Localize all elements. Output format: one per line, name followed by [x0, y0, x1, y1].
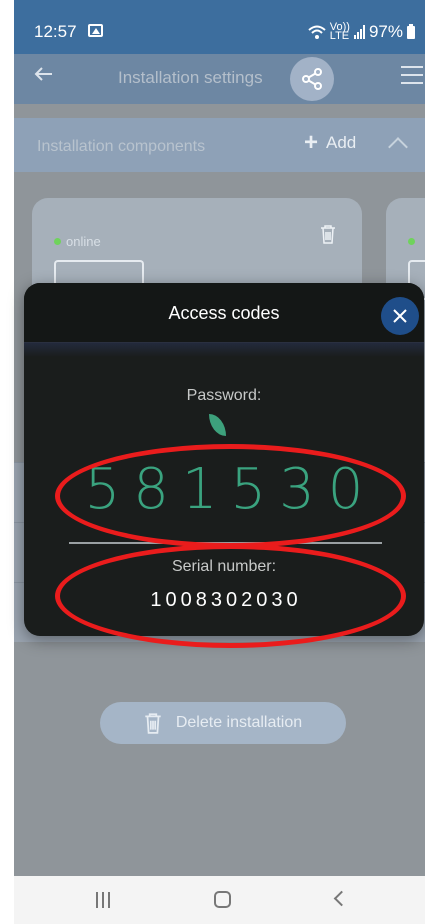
add-label: Add	[326, 133, 357, 152]
components-section-header: Installation components + Add	[14, 118, 425, 172]
battery-icon	[407, 23, 415, 39]
online-status-dot	[408, 238, 415, 245]
password-annotation-ellipse	[55, 444, 406, 548]
status-time: 12:57	[34, 22, 77, 41]
status-indicators: Vo)) LTE 97%	[308, 22, 415, 42]
wifi-icon	[308, 25, 326, 39]
components-label: Installation components	[37, 138, 206, 155]
online-status-label: online	[66, 234, 101, 249]
share-icon	[302, 68, 322, 90]
app-header: Installation settings	[14, 54, 425, 104]
modal-title: Access codes	[168, 303, 280, 323]
serial-annotation-ellipse	[55, 544, 406, 648]
hamburger-menu-icon[interactable]	[401, 66, 423, 88]
delete-installation-label: Delete installation	[175, 714, 303, 731]
trash-icon[interactable]	[320, 224, 336, 244]
status-bar: 12:57 Vo)) LTE 97%	[14, 0, 425, 54]
share-button[interactable]	[290, 57, 334, 101]
plus-icon: +	[304, 129, 319, 156]
network-lte-label: LTE	[329, 30, 350, 42]
modal-header: Access codes	[24, 283, 424, 343]
network-type: Vo)) LTE	[329, 22, 350, 42]
signal-icon	[353, 25, 365, 39]
close-button[interactable]	[381, 297, 419, 335]
leaf-icon	[209, 414, 226, 436]
arrow-left-icon[interactable]	[32, 62, 62, 92]
password-label: Password:	[186, 387, 262, 404]
back-icon[interactable]	[333, 890, 350, 907]
delete-installation-button[interactable]: Delete installation	[100, 702, 346, 744]
recents-icon[interactable]	[96, 892, 110, 908]
battery-percent: 97%	[368, 22, 403, 41]
trash-icon	[145, 713, 161, 734]
add-component-button[interactable]: + Add	[304, 129, 357, 156]
online-status-dot	[54, 238, 61, 245]
image-notification-icon	[88, 24, 103, 37]
close-icon	[393, 309, 407, 323]
chevron-up-icon[interactable]	[388, 137, 408, 157]
home-icon[interactable]	[214, 891, 231, 908]
system-nav-bar	[14, 876, 425, 924]
modal-header-shadow	[24, 343, 424, 357]
page-title: Installation settings	[118, 68, 263, 87]
